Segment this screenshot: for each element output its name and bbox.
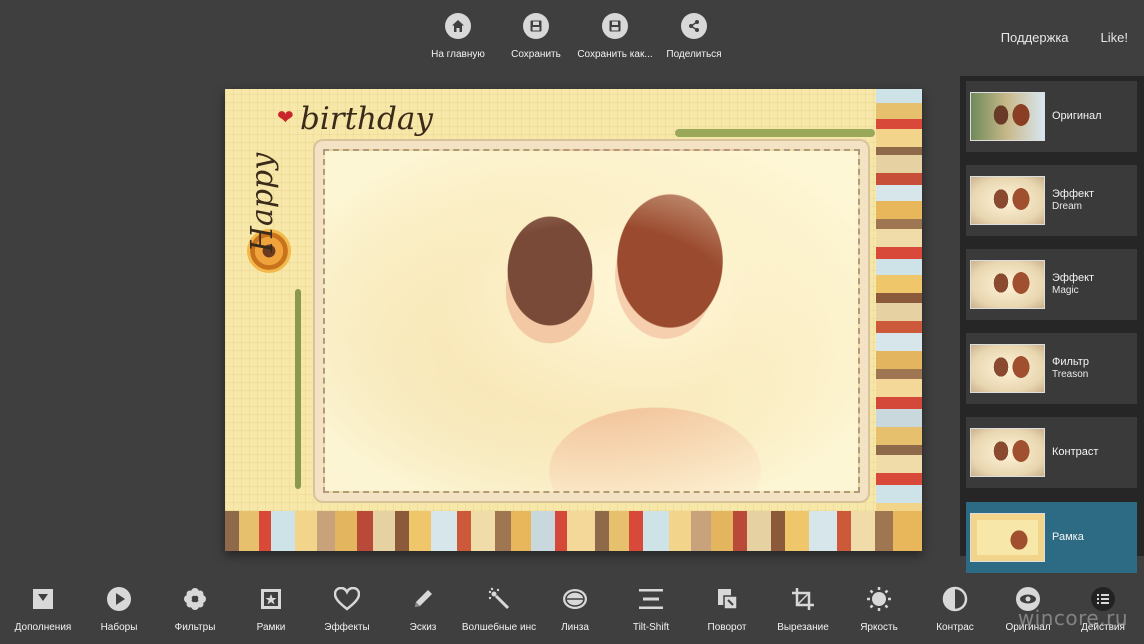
share-button[interactable]: Поделиться — [656, 13, 732, 65]
contrast-button[interactable]: Контрас — [915, 586, 995, 633]
effect-name: Рамка — [1052, 530, 1084, 543]
effect-thumbnail — [970, 428, 1045, 477]
effect-thumbnail — [970, 92, 1045, 141]
support-link[interactable]: Поддержка — [1001, 30, 1069, 45]
download-icon — [30, 586, 56, 612]
sketch-label: Эскиз — [409, 622, 437, 633]
effect-subname: Dream — [1052, 201, 1083, 213]
lens-button[interactable]: Линза — [535, 586, 615, 633]
magic-wand-icon — [486, 586, 512, 612]
effects-panel: Оригинал Эффект Dream Эффект Magic Фильтр T… — [960, 76, 1144, 573]
effects-label: Эффекты — [324, 622, 370, 633]
rotate-label: Поворот — [707, 622, 747, 633]
rotate-icon — [714, 586, 740, 612]
crop-button[interactable]: Вырезание — [763, 586, 843, 633]
effect-contrast[interactable]: Контраст — [966, 417, 1137, 488]
magic-tools-label: Волшебные инс — [461, 622, 537, 633]
effect-subname: Treason — [1052, 369, 1089, 381]
home-label: На главную — [431, 49, 485, 60]
happy-text: Happy — [245, 152, 281, 253]
effect-thumbnail — [970, 260, 1045, 309]
effect-name: Эффект — [1052, 187, 1095, 200]
lens-label: Линза — [561, 622, 589, 633]
save-button[interactable]: Сохранить — [498, 13, 574, 65]
sets-button[interactable]: Наборы — [79, 586, 159, 633]
frames-label: Рамки — [256, 622, 286, 633]
crop-icon — [790, 586, 816, 612]
effect-magic[interactable]: Эффект Magic — [966, 249, 1137, 320]
effect-thumbnail — [970, 176, 1045, 225]
effect-frame[interactable]: Рамка — [966, 502, 1137, 573]
effect-thumbnail — [970, 344, 1045, 393]
contrast-icon — [942, 586, 968, 612]
home-icon — [445, 13, 471, 39]
contrast-label: Контрас — [936, 622, 974, 633]
addons-label: Дополнения — [14, 622, 72, 633]
effect-subname: Magic — [1052, 285, 1079, 297]
stripe-border-bottom — [225, 511, 922, 551]
birthday-text: birthday — [300, 101, 433, 137]
home-button[interactable]: На главную — [420, 13, 496, 65]
tilt-shift-button[interactable]: Tilt-Shift — [611, 586, 691, 633]
like-link[interactable]: Like! — [1101, 30, 1128, 45]
brightness-label: Яркость — [860, 622, 898, 633]
pencil-icon — [410, 586, 436, 612]
vine-ribbon — [675, 129, 875, 137]
save-as-button[interactable]: Сохранить как... — [576, 13, 654, 65]
play-icon — [106, 586, 132, 612]
frames-button[interactable]: Рамки — [231, 586, 311, 633]
bottom-toolbar: Дополнения Наборы Фильтры Рамки Эффекты … — [0, 586, 1144, 644]
save-as-label: Сохранить как... — [577, 49, 653, 60]
sketch-button[interactable]: Эскиз — [383, 586, 463, 633]
effect-treason[interactable]: Фильтр Treason — [966, 333, 1137, 404]
crop-label: Вырезание — [777, 622, 829, 633]
effect-thumbnail — [970, 513, 1045, 562]
tilt-shift-icon — [638, 586, 664, 612]
effect-name: Фильтр — [1052, 355, 1089, 368]
lens-icon — [562, 586, 588, 612]
effect-name: Оригинал — [1052, 109, 1102, 122]
addons-button[interactable]: Дополнения — [3, 586, 83, 633]
share-icon — [681, 13, 707, 39]
top-right-links: Поддержка Like! — [1001, 30, 1128, 45]
effects-button[interactable]: Эффекты — [307, 586, 387, 633]
sets-label: Наборы — [100, 622, 138, 633]
watermark: wincore.ru — [1017, 606, 1128, 630]
brightness-icon — [866, 586, 892, 612]
photo-image — [323, 149, 860, 493]
brightness-button[interactable]: Яркость — [839, 586, 919, 633]
save-as-icon — [602, 13, 628, 39]
filters-label: Фильтры — [174, 622, 216, 633]
frame-icon — [258, 586, 284, 612]
filters-button[interactable]: Фильтры — [155, 586, 235, 633]
rotate-button[interactable]: Поворот — [687, 586, 767, 633]
top-toolbar: На главную Сохранить Сохранить как... По… — [420, 13, 734, 65]
save-label: Сохранить — [511, 49, 561, 60]
share-label: Поделиться — [666, 49, 722, 60]
magic-tools-button[interactable]: Волшебные инс — [459, 586, 539, 633]
effect-dream[interactable]: Эффект Dream — [966, 165, 1137, 236]
vine-decoration — [295, 289, 301, 489]
effect-name: Эффект — [1052, 271, 1095, 284]
photo-canvas[interactable]: ❤ birthday Happy — [225, 89, 922, 551]
tilt-shift-label: Tilt-Shift — [632, 622, 670, 633]
stripe-border-right — [876, 89, 922, 519]
effect-name: Контраст — [1052, 445, 1099, 458]
save-icon — [523, 13, 549, 39]
heart-icon — [334, 586, 360, 612]
effect-original[interactable]: Оригинал — [966, 81, 1137, 152]
photo-frame — [315, 141, 868, 501]
flower-icon — [182, 586, 208, 612]
heart-icon-decoration: ❤ — [277, 107, 294, 129]
